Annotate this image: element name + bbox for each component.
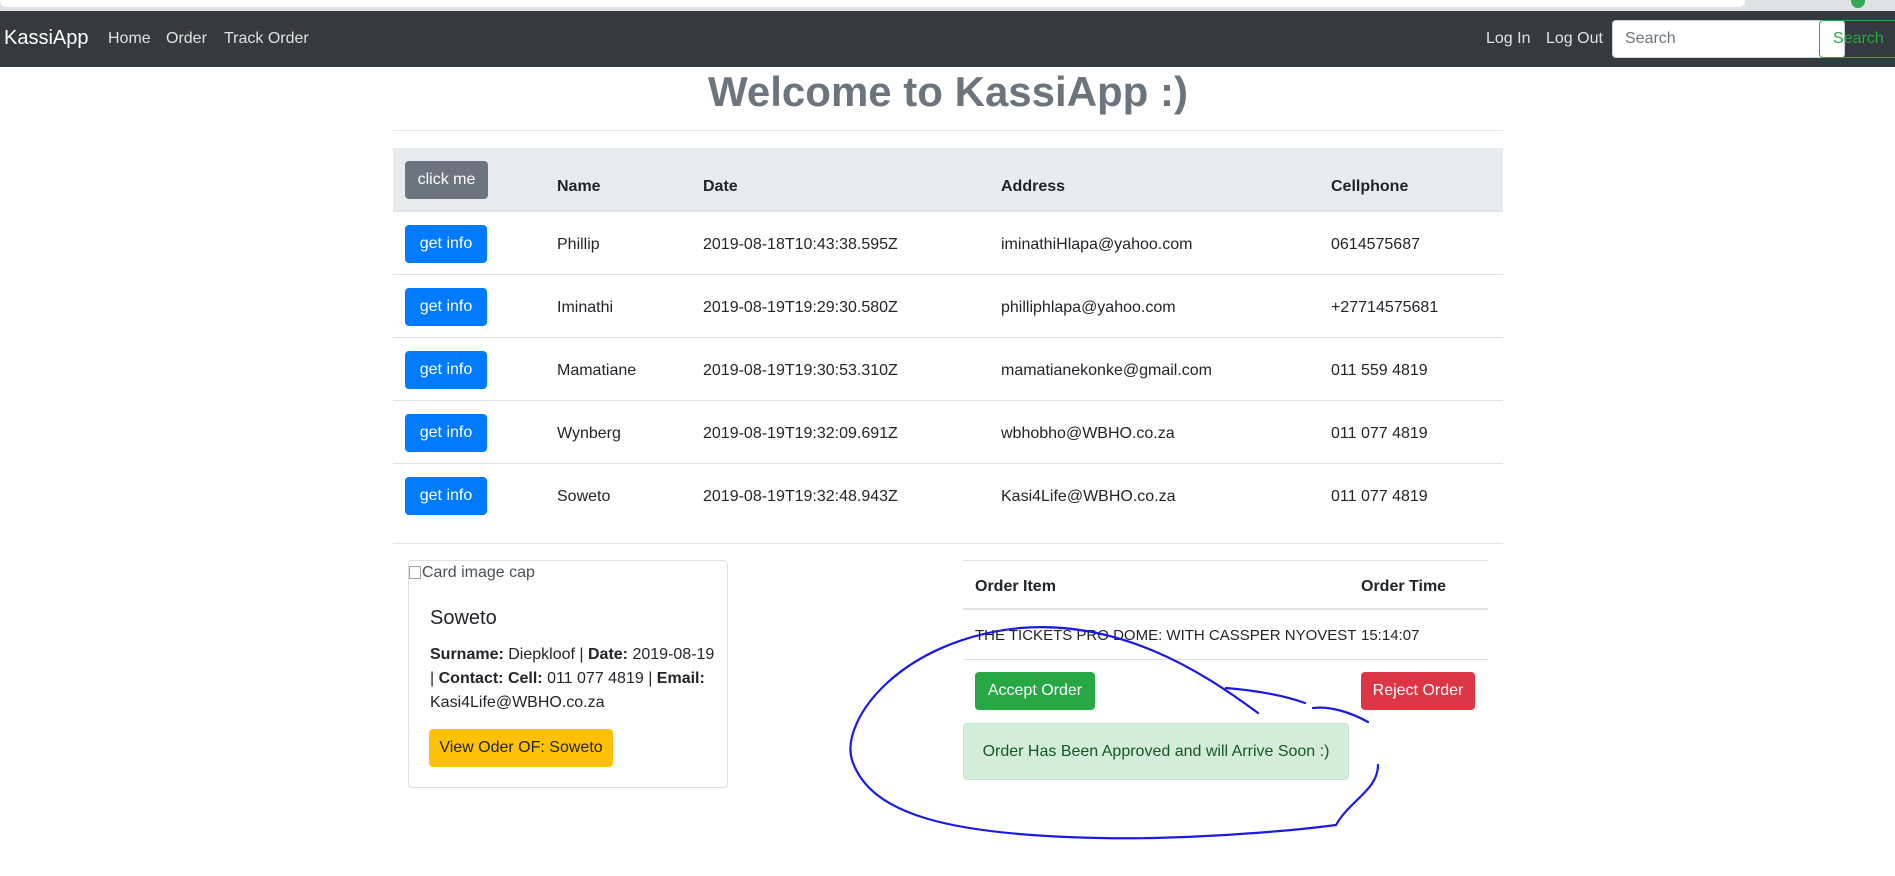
- nav-link-track-order[interactable]: Track Order: [224, 30, 309, 48]
- cell-address: mamatianekonke@gmail.com: [1001, 362, 1212, 379]
- cell-date: 2019-08-19T19:32:48.943Z: [703, 488, 898, 505]
- click-me-button[interactable]: click me: [405, 161, 488, 199]
- get-info-button[interactable]: get info: [405, 414, 487, 452]
- nav-link-log-in[interactable]: Log In: [1486, 30, 1530, 48]
- cell-address: iminathiHlapa@yahoo.com: [1001, 236, 1193, 253]
- contact-label: Contact: Cell:: [438, 670, 543, 687]
- column-header-order-item: Order Item: [975, 578, 1056, 595]
- cell-name: Phillip: [557, 236, 600, 253]
- cell-address: wbhobho@WBHO.co.za: [1001, 425, 1175, 442]
- surname-value: Diepkloof: [508, 646, 575, 663]
- get-info-button[interactable]: get info: [405, 351, 487, 389]
- cell-cellphone: 011 077 4819: [1331, 425, 1428, 442]
- cell-cellphone: 011 559 4819: [1331, 362, 1428, 379]
- nav-link-home[interactable]: Home: [108, 30, 151, 48]
- customer-card: Card image cap Soweto Surname: Diepkloof…: [408, 560, 728, 788]
- address-bar-edge: [0, 0, 1745, 7]
- table-row: get info Phillip 2019-08-18T10:43:38.595…: [393, 212, 1503, 275]
- view-order-button[interactable]: View Oder OF: Soweto: [429, 729, 613, 767]
- surname-label: Surname:: [430, 646, 504, 663]
- cell-value: 011 077 4819: [547, 670, 644, 687]
- approval-alert: Order Has Been Approved and will Arrive …: [963, 723, 1349, 780]
- cell-address: Kasi4Life@WBHO.co.za: [1001, 488, 1176, 505]
- cell-name: Wynberg: [557, 425, 621, 442]
- card-image: Card image cap: [409, 564, 535, 582]
- date-label: Date:: [588, 646, 629, 663]
- order-table-header: Order Item Order Time: [963, 560, 1488, 610]
- cell-cellphone: +27714575681: [1331, 299, 1439, 316]
- column-header-date: Date: [703, 178, 738, 195]
- order-time-value: 15:14:07: [1361, 627, 1420, 644]
- date-value: 2019-08-19: [632, 646, 715, 663]
- column-header-address: Address: [1001, 178, 1066, 195]
- order-item-value: THE TICKETS PRO DOME: WITH CASSPER NYOVE…: [975, 627, 1357, 644]
- cell-address: philliphlapa@yahoo.com: [1001, 299, 1176, 316]
- annotation-stroke-2: [1311, 706, 1370, 724]
- column-header-cellphone: Cellphone: [1331, 178, 1409, 195]
- reject-order-button[interactable]: Reject Order: [1361, 672, 1475, 710]
- table-row: get info Mamatiane 2019-08-19T19:30:53.3…: [393, 338, 1503, 401]
- card-image-alt: Card image cap: [422, 564, 535, 581]
- cell-name: Iminathi: [557, 299, 614, 316]
- cell-name: Soweto: [557, 488, 611, 505]
- get-info-button[interactable]: get info: [405, 288, 487, 326]
- cell-cellphone: 0614575687: [1331, 236, 1420, 253]
- email-value: Kasi4Life@WBHO.co.za: [430, 694, 605, 711]
- nav-link-order[interactable]: Order: [166, 30, 207, 48]
- cell-cellphone: 011 077 4819: [1331, 488, 1428, 505]
- email-label: Email:: [656, 670, 705, 687]
- search-button[interactable]: Search: [1819, 20, 1895, 58]
- cell-date: 2019-08-19T19:29:30.580Z: [703, 299, 898, 316]
- top-navbar: KassiApp Home Order Track Order Log In L…: [0, 11, 1895, 67]
- table-row: get info Soweto 2019-08-19T19:32:48.943Z…: [393, 464, 1503, 527]
- order-row: THE TICKETS PRO DOME: WITH CASSPER NYOVE…: [963, 610, 1488, 660]
- card-title: Soweto: [430, 607, 497, 629]
- browser-status-icon: [1851, 0, 1865, 8]
- customers-table-header: click me Name Date Address Cellphone: [393, 148, 1503, 212]
- search-input[interactable]: [1612, 20, 1845, 58]
- column-header-order-time: Order Time: [1361, 578, 1447, 595]
- page-title: Welcome to KassiApp :): [708, 68, 1188, 115]
- navbar-brand[interactable]: KassiApp: [4, 27, 89, 50]
- column-header-name: Name: [557, 178, 601, 195]
- accept-order-button[interactable]: Accept Order: [975, 672, 1095, 710]
- browser-chrome-strip: [0, 0, 1895, 11]
- section-divider: [393, 543, 1503, 544]
- cell-name: Mamatiane: [557, 362, 637, 379]
- table-row: get info Iminathi 2019-08-19T19:29:30.58…: [393, 275, 1503, 338]
- nav-link-log-out[interactable]: Log Out: [1546, 30, 1603, 48]
- card-text: Surname: Diepkloof | Date: 2019-08-19 | …: [430, 646, 715, 711]
- cell-date: 2019-08-19T19:32:09.691Z: [703, 425, 898, 442]
- broken-image-icon: [409, 566, 421, 579]
- get-info-button[interactable]: get info: [405, 477, 487, 515]
- table-row: get info Wynberg 2019-08-19T19:32:09.691…: [393, 401, 1503, 464]
- annotation-stroke-1: [1224, 686, 1307, 705]
- cell-date: 2019-08-18T10:43:38.595Z: [703, 236, 898, 253]
- get-info-button[interactable]: get info: [405, 225, 487, 263]
- cell-date: 2019-08-19T19:30:53.310Z: [703, 362, 898, 379]
- title-divider: [393, 130, 1503, 131]
